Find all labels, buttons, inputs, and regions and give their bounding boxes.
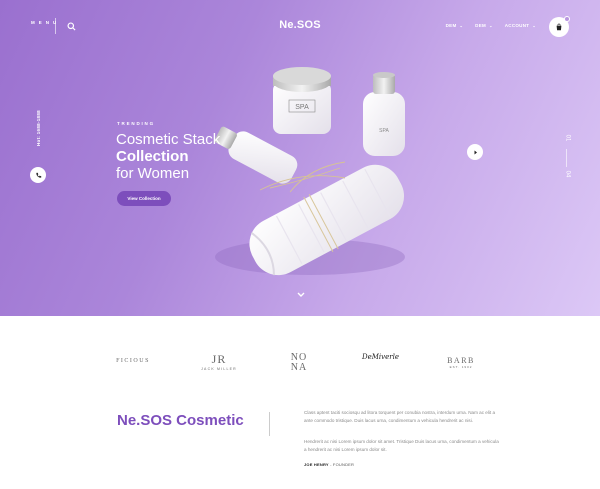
hero-title-line-1: Cosmetic Stack <box>116 131 221 148</box>
signature-name: JOE HENRY <box>304 462 329 467</box>
hero-section: MENU Ne.SOS DEM ⌄ DEM ⌄ ACCOUNT ⌄ Hot: 1688… <box>0 0 600 316</box>
brand-name: FICIOUS <box>116 358 150 364</box>
slide-total-number: 04 <box>564 170 571 178</box>
brand-logo-jr[interactable]: JR JACK MILLER <box>200 352 238 371</box>
hero-title: Cosmetic Stack Collection for Women <box>116 131 220 182</box>
brand-logo-nona[interactable]: NO NA <box>286 353 312 373</box>
about-paragraph-1: Class aptent taciti sociosqu ad litora t… <box>304 410 495 423</box>
hotline-text: Hot: 1688-1888 <box>36 110 41 146</box>
brand-name: BARB <box>447 356 475 365</box>
brand-logo-demiverle[interactable]: DeMiverle <box>362 353 399 361</box>
hero-eyebrow: TRENDING <box>117 121 155 126</box>
top-nav: DEM ⌄ DEM ⌄ ACCOUNT ⌄ <box>446 23 536 28</box>
chevron-down-icon: ⌄ <box>459 23 464 28</box>
chevron-down-icon[interactable] <box>296 291 306 299</box>
cart-badge <box>564 16 570 22</box>
about-section <box>0 400 600 489</box>
shopping-bag-icon <box>556 23 562 31</box>
nav-item-account[interactable]: ACCOUNT ⌄ <box>505 23 536 28</box>
hero-title-bold: Collection <box>116 148 189 165</box>
phone-icon <box>35 172 41 178</box>
bottle-label: SPA <box>379 128 389 134</box>
brand-logo-ficious[interactable]: FICIOUS <box>113 358 153 364</box>
hero-product-image: SPA SPA <box>214 67 405 276</box>
brand-name: JR <box>211 352 227 366</box>
slide-current-number: 01 <box>564 134 571 142</box>
nav-item-label: DEM <box>445 23 457 28</box>
jar-label: SPA <box>295 104 309 111</box>
hero-title-line-3: for Women <box>116 165 190 182</box>
about-divider <box>269 412 270 436</box>
nav-item-label: DEM <box>475 23 487 28</box>
brand-name: DeMiverle <box>362 353 399 361</box>
view-collection-button[interactable]: View Collection <box>117 191 171 206</box>
brand-subtitle: JACK MILLER <box>201 367 237 371</box>
hero-title-line-2: Collection <box>116 148 220 165</box>
brand-name: NO NA <box>290 352 308 373</box>
about-signature: JOE HENRY - FOUNDER <box>304 462 354 467</box>
phone-button[interactable] <box>30 167 46 183</box>
slide-progress-line <box>566 149 567 167</box>
brand-logo-barb[interactable]: BARB EST. 1902 <box>442 356 480 369</box>
nav-item-demo-2[interactable]: DEM ⌄ <box>475 23 493 28</box>
arrow-right-icon <box>474 150 477 154</box>
nav-item-demo-1[interactable]: DEM ⌄ <box>446 23 464 28</box>
cart-button[interactable] <box>549 16 570 37</box>
about-title: Ne.SOS Cosmetic <box>117 412 244 429</box>
about-paragraph-2: Hendrerit ac nisi Lorem ipsum dolor sit … <box>304 439 499 452</box>
chevron-down-icon: ⌄ <box>532 23 536 28</box>
brand-subtitle: EST. 1902 <box>449 365 473 369</box>
site-header: MENU Ne.SOS DEM ⌄ DEM ⌄ ACCOUNT ⌄ <box>0 0 600 54</box>
chevron-down-icon: ⌄ <box>489 23 493 28</box>
next-slide-button[interactable] <box>467 144 483 160</box>
signature-role: - FOUNDER <box>330 462 355 467</box>
nav-item-label: ACCOUNT <box>504 23 530 28</box>
